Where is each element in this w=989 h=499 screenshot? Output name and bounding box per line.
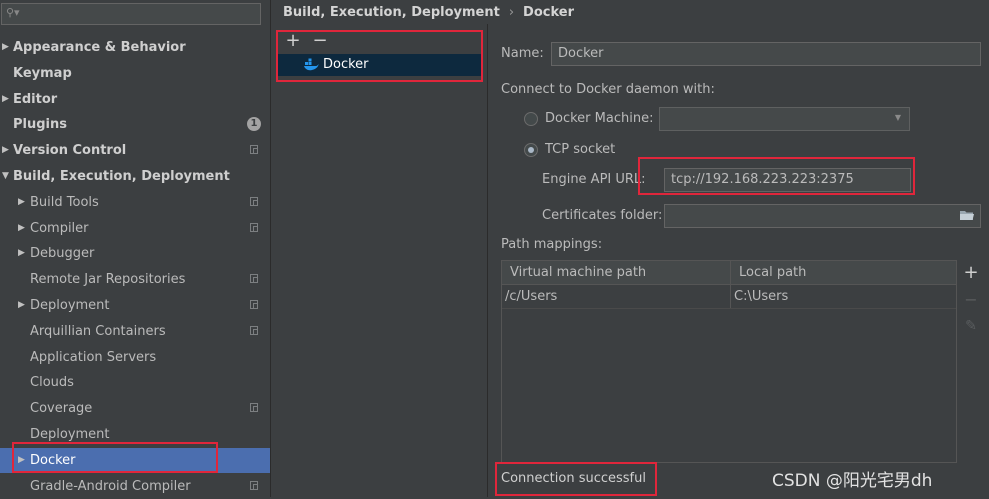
- table-cell-vm-path[interactable]: /c/Users: [502, 286, 730, 308]
- sidebar-item-label: Deployment: [30, 298, 110, 313]
- sidebar-item[interactable]: ▶ Appearance & Behavior: [0, 35, 270, 60]
- sidebar-item[interactable]: Plugins 1: [0, 112, 270, 137]
- sidebar-item[interactable]: ▶ Version Control: [0, 138, 270, 163]
- sidebar-item-label: Plugins: [13, 117, 67, 132]
- certificates-folder-field[interactable]: [664, 204, 981, 228]
- sidebar-item[interactable]: Deployment: [0, 422, 270, 447]
- search-icon: ⚲▾: [6, 6, 20, 19]
- sidebar-item-label: Deployment: [30, 427, 110, 442]
- row-divider: [502, 308, 956, 309]
- project-scope-icon: [250, 197, 258, 206]
- chevron-right-icon[interactable]: ▶: [18, 448, 25, 473]
- sidebar-item-label: Version Control: [13, 143, 127, 158]
- remove-button[interactable]: −: [310, 30, 330, 52]
- sidebar-item[interactable]: Arquillian Containers: [0, 319, 270, 344]
- column-header-local-path[interactable]: Local path: [731, 261, 956, 285]
- project-scope-icon: [250, 481, 258, 490]
- sidebar-item[interactable]: ▼ Build, Execution, Deployment: [0, 164, 270, 189]
- docker-machine-select[interactable]: ▼: [659, 107, 910, 131]
- sidebar-item-label: Gradle-Android Compiler: [30, 479, 191, 494]
- chevron-right-icon[interactable]: ▶: [2, 87, 9, 112]
- sidebar-item-label: Build, Execution, Deployment: [13, 169, 230, 184]
- project-scope-icon: [250, 326, 258, 335]
- sidebar-item-label: Clouds: [30, 375, 74, 390]
- tcp-socket-label: TCP socket: [545, 142, 616, 157]
- docker-machine-label: Docker Machine:: [545, 111, 654, 126]
- update-count-badge: 1: [247, 117, 261, 131]
- docker-list-item-label: Docker: [323, 57, 369, 72]
- sidebar-item[interactable]: ▶ Build Tools: [0, 190, 270, 215]
- chevron-right-icon[interactable]: ▶: [18, 293, 25, 318]
- chevron-right-icon[interactable]: ▶: [2, 35, 9, 60]
- sidebar-item-label: Arquillian Containers: [30, 324, 166, 339]
- column-header-vm-path[interactable]: Virtual machine path: [502, 261, 731, 285]
- chevron-right-icon[interactable]: ▶: [18, 190, 25, 215]
- sidebar-item[interactable]: ▶ Debugger: [0, 241, 270, 266]
- sidebar-item-label: Coverage: [30, 401, 93, 416]
- sidebar-item[interactable]: ▶ Docker: [0, 448, 270, 473]
- project-scope-icon: [250, 403, 258, 412]
- chevron-right-icon[interactable]: ▶: [2, 138, 9, 163]
- folder-icon[interactable]: [959, 209, 975, 222]
- sidebar-item-label: Application Servers: [30, 350, 157, 365]
- chevron-right-icon[interactable]: ▶: [18, 241, 25, 266]
- name-field[interactable]: Docker: [551, 42, 981, 66]
- sidebar-item[interactable]: Gradle-Android Compiler: [0, 474, 270, 499]
- sidebar-item[interactable]: ▶ Compiler: [0, 216, 270, 241]
- sidebar-item-label: Build Tools: [30, 195, 99, 210]
- connection-status: Connection successful: [501, 471, 646, 486]
- sidebar-item[interactable]: ▶ Editor: [0, 87, 270, 112]
- breadcrumb-separator-icon: ›: [508, 5, 515, 20]
- chevron-down-icon: ▼: [894, 113, 901, 122]
- path-mappings-label: Path mappings:: [501, 237, 603, 252]
- sidebar-item[interactable]: Coverage: [0, 396, 270, 421]
- add-mapping-button[interactable]: +: [962, 262, 980, 284]
- path-mappings-table: Virtual machine path Local path /c/Users…: [501, 260, 957, 463]
- sidebar-item[interactable]: ▶ Deployment: [0, 293, 270, 318]
- chevron-down-icon[interactable]: ▼: [2, 164, 9, 189]
- engine-api-url-label: Engine API URL:: [542, 172, 646, 187]
- sidebar-item[interactable]: Keymap: [0, 61, 270, 86]
- certificates-folder-label: Certificates folder:: [542, 208, 663, 223]
- sidebar-item[interactable]: Application Servers: [0, 345, 270, 370]
- panel-divider[interactable]: [487, 24, 488, 497]
- chevron-right-icon[interactable]: ▶: [18, 216, 25, 241]
- connect-daemon-label: Connect to Docker daemon with:: [501, 82, 715, 97]
- project-scope-icon: [250, 145, 258, 154]
- name-label: Name:: [501, 46, 544, 61]
- sidebar-item[interactable]: Remote Jar Repositories: [0, 267, 270, 292]
- search-input[interactable]: ⚲▾: [1, 3, 261, 25]
- sidebar-item-label: Remote Jar Repositories: [30, 272, 186, 287]
- sidebar-item-label: Docker: [30, 453, 76, 468]
- tcp-socket-radio[interactable]: [524, 143, 538, 157]
- breadcrumb: Build, Execution, Deployment › Docker: [283, 4, 574, 22]
- watermark: CSDN @阳光宅男dh: [772, 471, 933, 491]
- breadcrumb-current: Docker: [523, 5, 574, 20]
- sidebar-item-label: Compiler: [30, 221, 89, 236]
- breadcrumb-parent: Build, Execution, Deployment: [283, 5, 500, 20]
- edit-mapping-button[interactable]: ✎: [962, 315, 980, 337]
- table-cell-local-path[interactable]: C:\Users: [731, 286, 956, 308]
- project-scope-icon: [250, 274, 258, 283]
- docker-machine-radio[interactable]: [524, 112, 538, 126]
- add-button[interactable]: +: [283, 30, 303, 52]
- panel-divider[interactable]: [270, 0, 271, 497]
- sidebar-item[interactable]: Clouds: [0, 370, 270, 395]
- remove-mapping-button[interactable]: −: [962, 289, 980, 311]
- sidebar-item-label: Debugger: [30, 246, 95, 261]
- sidebar-item-label: Appearance & Behavior: [13, 40, 186, 55]
- docker-icon: [304, 58, 319, 71]
- sidebar-item-label: Editor: [13, 92, 58, 107]
- settings-tree-panel: ⚲▾ ▶ Appearance & Behavior Keymap ▶ Editor Pl…: [0, 0, 270, 497]
- project-scope-icon: [250, 300, 258, 309]
- docker-connection-list-item[interactable]: Docker: [276, 54, 481, 76]
- sidebar-item-label: Keymap: [13, 66, 72, 81]
- engine-api-url-field[interactable]: tcp://192.168.223.223:2375: [664, 168, 911, 192]
- project-scope-icon: [250, 223, 258, 232]
